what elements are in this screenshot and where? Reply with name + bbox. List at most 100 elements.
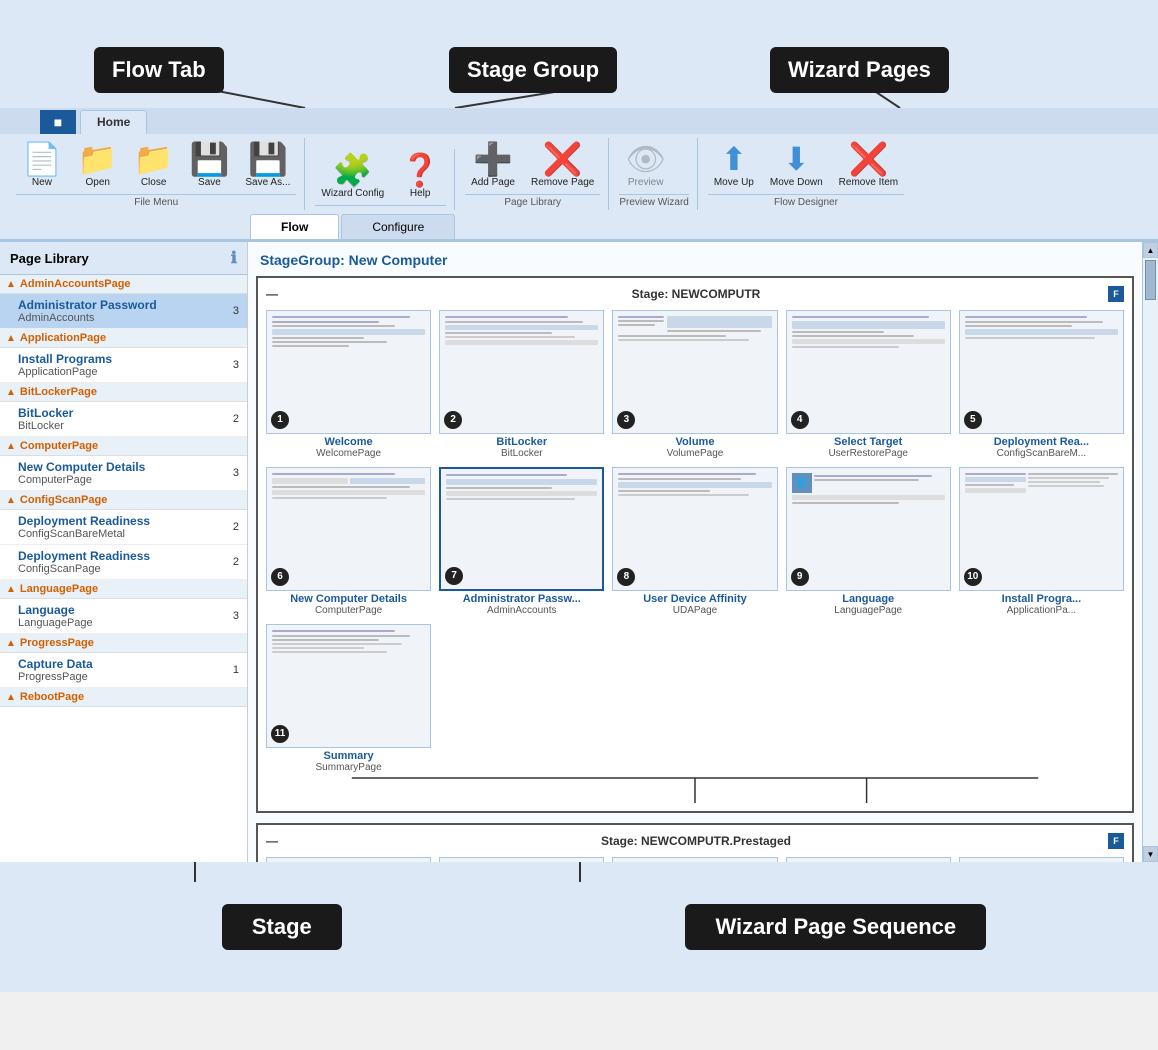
sidebar-category-admin-accounts[interactable]: ▲ AdminAccountsPage (0, 275, 247, 294)
scroll-thumb[interactable] (1145, 260, 1156, 300)
sidebar-category-computer[interactable]: ▲ ComputerPage (0, 437, 247, 456)
cat-label-computer: ComputerPage (20, 440, 98, 452)
sidebar-category-language[interactable]: ▲ LanguagePage (0, 580, 247, 599)
remove-page-button[interactable]: ❌ Remove Page (525, 140, 600, 192)
sidebar-category-progress[interactable]: ▲ ProgressPage (0, 634, 247, 653)
wizard-config-icon: 🧩 (333, 154, 373, 186)
page-thumbnail-select-target: 4 (786, 310, 951, 434)
flow-configure-tabs: Flow Configure (0, 214, 1158, 240)
page-name-new-computer-details: New Computer Details (290, 593, 407, 605)
item-sub-deploy-readiness-metal: ConfigScanBareMetal (18, 528, 237, 540)
move-up-label: Move Up (714, 177, 754, 189)
sidebar-header: Page Library ℹ (0, 242, 247, 275)
new-button[interactable]: 📄 New (16, 140, 68, 192)
page-card-deployment-ready[interactable]: 5 Deployment Rea... ConfigScanBareM... (959, 310, 1124, 459)
page-card-language[interactable]: 🌐 9 Language (786, 467, 951, 616)
page-thumbnail-volume: 3 (612, 310, 777, 434)
item-count-capture-data: 1 (233, 664, 239, 676)
page-sub-bitlocker: BitLocker (501, 448, 543, 459)
page-num-10: 10 (964, 568, 982, 586)
save-label: Save (198, 177, 221, 189)
page-thumbnail-deployment-ready: 5 (959, 310, 1124, 434)
collapse-btn-2[interactable]: — (266, 834, 278, 848)
wizard-config-button[interactable]: 🧩 Wizard Config (315, 151, 390, 203)
page-card-bitlocker[interactable]: 2 BitLocker BitLocker (439, 310, 604, 459)
wizard-config-buttons: 🧩 Wizard Config ❓ Help (315, 151, 446, 203)
item-name-new-computer: New Computer Details (18, 460, 237, 474)
stage-header-newcomputr: — Stage: NEWCOMPUTR F (266, 286, 1124, 302)
info-icon[interactable]: ℹ (231, 248, 237, 268)
ribbon-tab-home[interactable]: Home (80, 110, 147, 134)
cat-label-language: LanguagePage (20, 583, 98, 595)
preview-button[interactable]: 👁 Preview (619, 140, 672, 192)
page-name-install-programs: Install Progra... (1002, 593, 1081, 605)
wizard-config-group-label (315, 205, 446, 208)
scroll-up-button[interactable]: ▲ (1143, 242, 1158, 258)
ribbon-body: 📄 New 📁 Open 📁 Close 💾 Save 💾 Sav (0, 134, 1158, 214)
page-card-uda[interactable]: 8 User Device Affinity UDAPage (612, 467, 777, 616)
cat-arrow-computer: ▲ (6, 441, 16, 452)
item-name-install-programs: Install Programs (18, 352, 237, 366)
page-card-install-programs[interactable]: 10 Install Progra... ApplicationPa... (959, 467, 1124, 616)
stage-header-prestaged: — Stage: NEWCOMPUTR.Prestaged F (266, 833, 1124, 849)
connection-lines-1 (266, 773, 1124, 803)
page-name-summary: Summary (324, 750, 374, 762)
sidebar-item-capture-data[interactable]: Capture Data ProgressPage 1 (0, 653, 247, 688)
page-name-language: Language (842, 593, 894, 605)
sidebar-title: Page Library (10, 251, 89, 266)
sidebar-category-application[interactable]: ▲ ApplicationPage (0, 329, 247, 348)
page-card-summary[interactable]: 11 Summary SummaryPage (266, 624, 431, 773)
move-up-button[interactable]: ⬆ Move Up (708, 140, 760, 192)
collapse-btn-1[interactable]: — (266, 287, 278, 301)
page-card-volume[interactable]: 3 Volume VolumePage (612, 310, 777, 459)
save-as-button[interactable]: 💾 Save As... (239, 140, 296, 192)
sidebar-item-deploy-readiness-scan[interactable]: Deployment Readiness ConfigScanPage 2 (0, 545, 247, 580)
close-button[interactable]: 📁 Close (128, 140, 180, 192)
page-card-select-target[interactable]: 4 Select Target UserRestorePage (786, 310, 951, 459)
designer-scrollbar[interactable]: ▲ ▼ (1142, 242, 1158, 862)
cat-arrow-bitlocker: ▲ (6, 387, 16, 398)
page-num-11: 11 (271, 725, 289, 743)
page-card-admin-pass[interactable]: 7 Administrator Passw... AdminAccounts (439, 467, 604, 616)
page-num-1: 1 (271, 411, 289, 429)
cat-arrow-configscan: ▲ (6, 495, 16, 506)
sidebar-category-configscan[interactable]: ▲ ConfigScanPage (0, 491, 247, 510)
remove-item-button[interactable]: ❌ Remove Item (833, 140, 904, 192)
sidebar-item-new-computer[interactable]: New Computer Details ComputerPage 3 (0, 456, 247, 491)
help-button[interactable]: ❓ Help (394, 151, 446, 203)
sidebar-category-reboot[interactable]: ▲ RebootPage (0, 688, 247, 707)
page-card-welcome[interactable]: 1 Welcome WelcomePage (266, 310, 431, 459)
open-button[interactable]: 📁 Open (72, 140, 124, 192)
item-count-deploy-readiness-metal: 2 (233, 521, 239, 533)
item-name-deploy-readiness-scan: Deployment Readiness (18, 549, 237, 563)
save-button[interactable]: 💾 Save (184, 140, 236, 192)
item-sub-admin-password: AdminAccounts (18, 312, 237, 324)
ribbon-group-wizard-config: 🧩 Wizard Config ❓ Help (307, 149, 455, 210)
page-library-label: Page Library (465, 194, 600, 208)
tab-configure[interactable]: Configure (341, 214, 455, 239)
page-thumbnail-install-programs: 10 (959, 467, 1124, 591)
scroll-down-button[interactable]: ▼ (1143, 846, 1158, 862)
sidebar-category-bitlocker[interactable]: ▲ BitLockerPage (0, 383, 247, 402)
move-down-button[interactable]: ⬇ Move Down (764, 140, 829, 192)
help-label: Help (410, 188, 431, 200)
sidebar-item-admin-password[interactable]: Administrator Password AdminAccounts 3 (0, 294, 247, 329)
add-page-button[interactable]: ➕ Add Page (465, 140, 521, 192)
sidebar-item-language[interactable]: Language LanguagePage 3 (0, 599, 247, 634)
tab-flow[interactable]: Flow (250, 214, 339, 239)
sidebar-item-install-programs[interactable]: Install Programs ApplicationPage 3 (0, 348, 247, 383)
item-sub-capture-data: ProgressPage (18, 671, 237, 683)
ribbon: ■ Home 📄 New 📁 Open 📁 Close 💾 (0, 108, 1158, 242)
ribbon-tabs: ■ Home (0, 108, 1158, 134)
page-name-volume: Volume (676, 436, 715, 448)
sidebar-item-bitlocker[interactable]: BitLocker BitLocker 2 (0, 402, 247, 437)
cat-label-progress: ProgressPage (20, 637, 94, 649)
sidebar-item-deploy-readiness-metal[interactable]: Deployment Readiness ConfigScanBareMetal… (0, 510, 247, 545)
page-card-new-computer-details[interactable]: 6 New Computer Details ComputerPage (266, 467, 431, 616)
page-thumbnail-admin-pass: 7 (439, 467, 604, 591)
close-label: Close (141, 177, 167, 189)
office-button[interactable]: ■ (40, 110, 76, 134)
add-page-icon: ➕ (473, 143, 513, 175)
open-label: Open (86, 177, 110, 189)
flow-tab-annotation: Flow Tab (94, 47, 224, 93)
